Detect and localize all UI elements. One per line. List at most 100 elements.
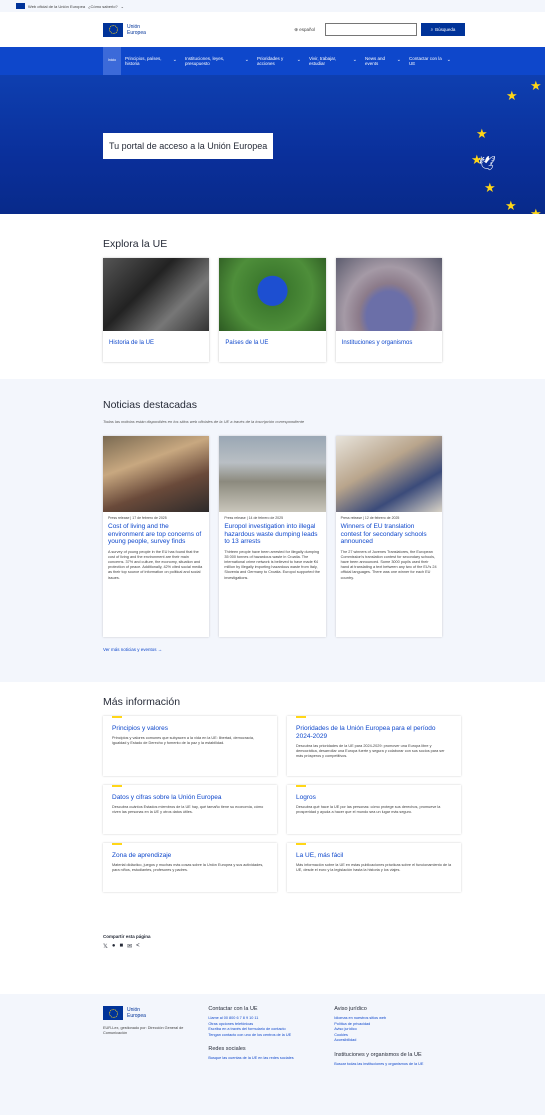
news-title-link[interactable]: Cost of living and the environment are t…	[108, 523, 204, 546]
contact-heading: Contactar con la UE	[208, 1006, 258, 1012]
info-card-text: Más información sobre la UE en estas pub…	[296, 863, 452, 873]
social-heading: Redes sociales	[208, 1046, 246, 1052]
nav-home[interactable]: Inicio	[103, 47, 121, 75]
footer-about: EUR-Lex, gestionado por: Dirección Gener…	[103, 1026, 184, 1035]
news-title: Noticias destacadas	[103, 399, 197, 411]
news-meta: Press release | 14 de febrero de 2025	[224, 516, 284, 520]
news-text: The 27 winners of Juvenes Translatores, …	[340, 549, 437, 580]
history-image	[103, 258, 210, 331]
chevron-down-icon: ⌄	[396, 57, 401, 64]
hero-title: Tu portal de acceso a la Unión Europea	[103, 133, 274, 159]
logo-line2: Europea	[127, 29, 146, 36]
star-icon: ★	[505, 198, 517, 213]
language-label: español	[299, 26, 315, 32]
eu-flag-icon	[16, 3, 25, 9]
footer-link[interactable]: Tengan contacto con uno de los centros d…	[208, 1033, 316, 1039]
language-selector[interactable]: ⊕ español	[294, 27, 315, 33]
nav-item-label: Instituciones, leyes, presupuesto	[185, 55, 225, 67]
footer-eu-logo[interactable]: Unión Europea	[103, 1006, 190, 1020]
chevron-down-icon: ⌄	[172, 57, 177, 64]
chevron-down-icon: ⌄	[446, 57, 451, 64]
search-input[interactable]	[325, 23, 417, 36]
info-card-text: Descubra las prioridades de la UE para 2…	[296, 744, 445, 759]
chevron-down-icon: ⌄	[244, 57, 249, 64]
news-card[interactable]: Press release | 14 de febrero de 2025 Eu…	[219, 436, 326, 637]
facebook-icon[interactable]: ●	[112, 943, 116, 950]
info-card-principles[interactable]: Principios y valores Principios y valore…	[103, 716, 277, 776]
news-meta: Press release | 12 de febrero de 2025	[340, 516, 400, 520]
footer-link[interactable]: Accesibilidad	[334, 1038, 442, 1044]
star-icon: ★	[476, 126, 488, 141]
official-site-text: Web oficial de la Unión Europea	[28, 3, 86, 9]
explore-card-history[interactable]: Historia de la UE	[103, 258, 210, 362]
institutions-image	[335, 258, 442, 331]
countries-image	[219, 258, 326, 331]
info-card-title: Logros	[296, 794, 316, 801]
star-icon: ★	[530, 78, 542, 93]
eu-logo[interactable]: Unión Europea	[103, 22, 146, 37]
info-title: Más información	[103, 696, 181, 708]
info-card-title: Prioridades de la Unión Europea para el …	[296, 725, 436, 740]
chevron-down-icon: ⌄	[296, 57, 301, 64]
nav-item-priorities[interactable]: Prioridades y acciones ⌄	[253, 47, 305, 75]
info-card-text: Descubra qué hace la UE por las personas…	[296, 805, 441, 815]
info-card-priorities[interactable]: Prioridades de la Unión Europea para el …	[287, 716, 461, 776]
official-site-bar: Web oficial de la Unión Europea ¿Cómo sa…	[0, 0, 545, 12]
share-icon[interactable]: <	[136, 943, 140, 950]
news-card[interactable]: Press release | 12 de febrero de 2025 Wi…	[335, 436, 442, 637]
info-card-easy[interactable]: La UE, más fácil Más información sobre l…	[287, 843, 461, 892]
news-title-link[interactable]: Europol investigation into illegal hazar…	[224, 523, 320, 546]
info-card-text: Principios y valores comunes que subyace…	[112, 736, 255, 746]
x-icon[interactable]: 𝕏	[103, 943, 108, 950]
nav-item-label: Principios, países, historia	[125, 55, 162, 67]
info-card-title: La UE, más fácil	[296, 852, 344, 859]
info-card-learning[interactable]: Zona de aprendizaje Material didáctico, …	[103, 843, 277, 892]
search-button-label: Búsqueda	[435, 27, 456, 32]
info-card-facts[interactable]: Datos y cifras sobre la Unión Europea De…	[103, 785, 277, 834]
footer-link[interactable]: Busque las cuentas de la UE en las redes…	[208, 1056, 316, 1062]
main-navigation: Inicio Principios, países, historia ⌄ Ins…	[0, 47, 545, 75]
arrow-right-icon: →	[157, 647, 163, 652]
more-info-section: Más información Principios y valores Pri…	[0, 682, 545, 932]
news-image	[335, 436, 442, 512]
explore-card-institutions[interactable]: Instituciones y organismos	[335, 258, 442, 362]
news-image	[219, 436, 326, 512]
info-card-title: Datos y cifras sobre la Unión Europea	[112, 794, 222, 801]
footer-link[interactable]: Buscar todas las instituciones y organis…	[334, 1062, 442, 1068]
more-news-link[interactable]: Ver más noticias y eventos →	[103, 647, 442, 652]
news-subtitle: Todas las noticias están disponibles en …	[103, 419, 305, 424]
news-title-link[interactable]: Winners of EU translation contest for se…	[341, 523, 437, 546]
linkedin-icon[interactable]: ■	[119, 943, 123, 950]
nav-item-institutions[interactable]: Instituciones, leyes, presupuesto ⌄	[181, 47, 253, 75]
chevron-down-icon: ⌄	[352, 57, 357, 64]
info-card-title: Zona de aprendizaje	[112, 852, 172, 859]
nav-item-label: News and events	[365, 55, 386, 67]
explore-card-countries[interactable]: Países de la UE	[219, 258, 326, 362]
email-icon[interactable]: ✉	[127, 943, 132, 950]
search-button[interactable]: ⌕ Búsqueda	[421, 23, 465, 36]
news-image	[103, 436, 210, 512]
nav-item-news[interactable]: News and events ⌄	[361, 47, 405, 75]
explore-card-label: Países de la UE	[225, 340, 269, 346]
nav-item-principles[interactable]: Principios, países, historia ⌄	[121, 47, 181, 75]
nav-item-label: Prioridades y acciones	[257, 55, 284, 67]
nav-item-live-work[interactable]: Vivir, trabajar, estudiar ⌄	[305, 47, 361, 75]
eu-flag-logo-icon	[103, 1006, 123, 1020]
info-card-achievements[interactable]: Logros Descubra qué hace la UE por las p…	[287, 785, 461, 834]
search-icon: ⌕	[430, 27, 434, 32]
news-card[interactable]: Press release | 17 de febrero de 2025 Co…	[103, 436, 210, 637]
explore-title: Explora la UE	[103, 238, 168, 250]
how-to-know-link[interactable]: ¿Cómo saberlo?	[88, 4, 118, 9]
site-footer: Unión Europea EUR-Lex, gestionado por: D…	[0, 994, 545, 1115]
star-icon: ★	[530, 206, 542, 214]
star-icon: ★	[484, 180, 496, 195]
share-section: Compartir esta página 𝕏 ● ■ ✉ <	[0, 932, 545, 977]
star-icon: ★	[471, 152, 483, 167]
chevron-down-icon: ⌄	[120, 3, 125, 9]
news-section: Noticias destacadas Todas las noticias e…	[0, 379, 545, 682]
nav-item-contact[interactable]: Contactar con la UE ⌄	[405, 47, 455, 75]
info-card-text: Material didáctico, juegos y muchas más …	[112, 863, 264, 873]
explore-card-label: Historia de la UE	[109, 340, 155, 346]
explore-card-label: Instituciones y organismos	[341, 340, 413, 346]
globe-icon: ⊕	[294, 26, 298, 32]
